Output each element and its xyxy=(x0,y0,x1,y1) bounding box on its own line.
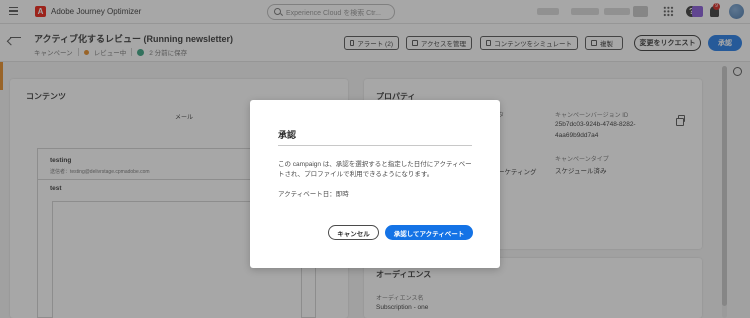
dialog-title: 承認 xyxy=(278,130,297,140)
dialog-divider xyxy=(278,145,472,146)
approve-dialog: 承認 この campaign は、承認を選択すると指定した日付にアクティベートさ… xyxy=(250,100,500,268)
activation-date-text: アクティベート日：即時 xyxy=(278,191,349,198)
cancel-button[interactable]: キャンセル xyxy=(328,225,379,240)
dialog-body-text: この campaign は、承認を選択すると指定した日付にアクティベートされ、プ… xyxy=(278,161,472,178)
approve-and-activate-button[interactable]: 承認してアクティベート xyxy=(385,225,473,240)
